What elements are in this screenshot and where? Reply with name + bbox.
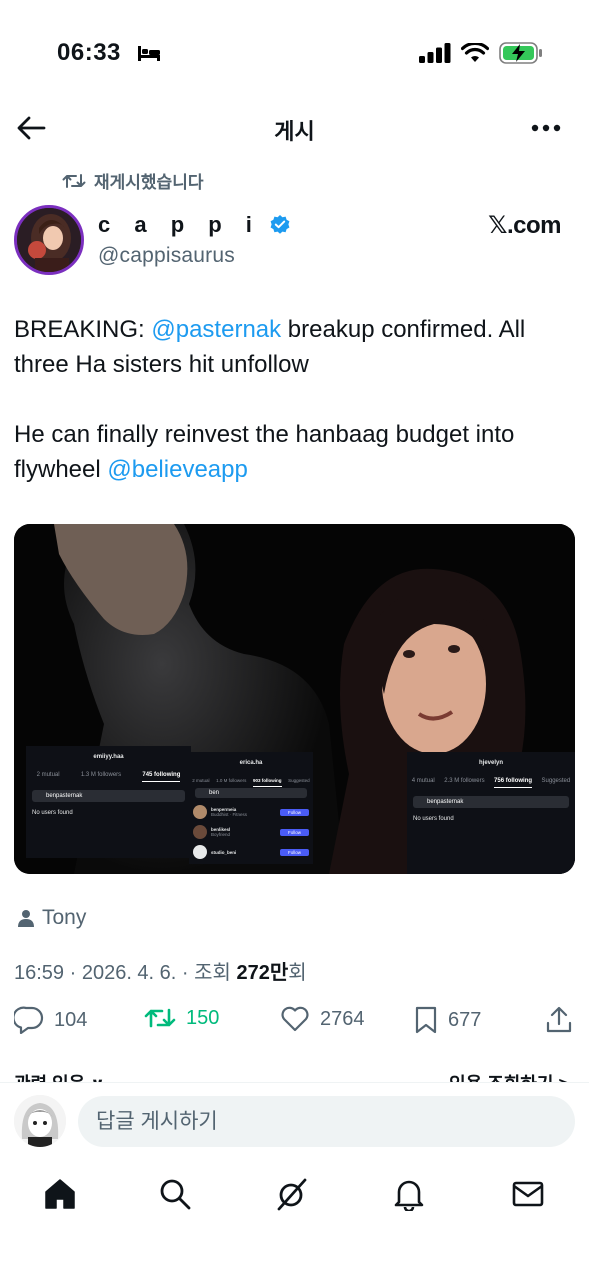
view-suffix: 회 [288,962,307,984]
result-avatar [193,805,207,819]
text-segment: BREAKING: [14,316,152,343]
grok-icon[interactable] [275,1177,309,1211]
panel-tab: 1.3 M followers [80,772,122,778]
panel-search: ben [195,788,307,798]
author-block[interactable]: c a p p i @cappisaurus [98,212,291,268]
panel-username: emiiyy.haa [93,754,124,760]
panel-tab: 2 mutual [36,772,60,778]
action-bar: 104 150 2764 677 [14,1006,575,1038]
battery-charging-icon [499,42,542,64]
panel-tab-active: 745 following [142,772,181,782]
mention-link[interactable]: @believeapp [107,456,247,483]
status-time: 06:33 [57,39,121,66]
result-follow-button: Follow [279,808,309,816]
heart-icon [281,1006,309,1032]
panel-tab: 2.3 M followers [444,778,485,784]
reply-button[interactable]: 104 [14,1006,87,1034]
panel-username: erica.ha [239,760,263,766]
result-avatar [193,845,207,859]
panel-search: benpasternak [413,796,569,808]
panel-tab: Suggested [541,778,571,784]
like-count: 2764 [320,1007,365,1030]
tweet-paragraph-1: BREAKING: @pasternak breakup confirmed. … [14,312,574,382]
person-icon [18,910,34,927]
source-label: 𝕏.com [488,212,561,239]
mail-icon[interactable] [511,1177,545,1211]
avatar-image [17,208,81,272]
repost-count: 150 [186,1006,220,1029]
panel-result-row: benlikesl Boyfriend Follow [193,822,309,842]
panel-tab-active: 903 following [253,778,282,787]
media-tagged-user[interactable]: Tony [18,906,86,930]
result-name: benpermeia Buddhist · Fitness [211,807,280,817]
result-follow-button: Follow [279,848,309,856]
result-follow-button: Follow [279,828,309,836]
screenshot-panel-2: erica.ha 2 mutual 1.0 M followers 903 fo… [189,752,313,864]
bookmark-icon [415,1006,437,1034]
repost-indicator[interactable]: 재게시했습니다 [62,168,203,193]
wifi-icon [461,43,489,62]
signal-icon [419,43,451,63]
status-bar: 06:33 [0,0,589,110]
panel-result-row: studio_beni Follow [193,842,309,862]
panel-result-row: benpermeia Buddhist · Fitness Follow [193,802,309,822]
bottom-tab-bar [0,1165,589,1225]
reply-count: 104 [54,1008,88,1031]
result-name: studio_beni [211,850,280,855]
panel-username: hjevelyn [478,760,503,766]
author-name[interactable]: c a p p i [98,212,261,238]
user-avatar[interactable] [14,1095,66,1147]
bell-icon[interactable] [392,1177,426,1211]
text-segment: He can finally reinvest the hanbaag budg… [14,421,515,483]
post-timestamp: 16:59 · 2026. 4. 6. · 조회 [14,962,237,984]
screenshot-panel-3: hjevelyn 4 mutual 2.3 M followers 756 fo… [407,752,575,874]
post-header: 게시 [0,106,589,150]
tweet-paragraph-2: He can finally reinvest the hanbaag budg… [14,417,574,487]
reply-input[interactable]: 답글 게시하기 [78,1096,575,1147]
panel-no-results: No users found [32,810,73,816]
panel-results: benpermeia Buddhist · Fitness Follow benl… [193,802,309,862]
panel-tab-active: 756 following [494,778,533,788]
bookmark-count: 677 [448,1008,482,1031]
share-icon [546,1006,572,1033]
result-name: benlikesl Boyfriend [211,827,280,837]
page-title: 게시 [274,119,315,144]
tagged-user-label: Tony [42,906,87,929]
like-button[interactable]: 2764 [280,1006,365,1032]
panel-tab: 2 mutual [192,778,210,783]
panel-no-results: No users found [413,816,454,822]
screenshot-panel-1: emiiyy.haa 2 mutual 1.3 M followers 745 … [26,746,191,858]
avatar-image [14,1095,66,1147]
result-username: studio_beni [211,849,237,855]
result-subtitle: Buddhist · Fitness [211,812,248,817]
repost-icon [144,1008,176,1028]
tweet-text: BREAKING: @pasternak breakup confirmed. … [14,312,574,522]
home-icon[interactable] [43,1177,77,1211]
view-count[interactable]: 272만 [236,962,288,984]
verified-badge-icon [270,215,290,234]
repost-label: 재게시했습니다 [94,173,204,192]
panel-tab: 1.0 M followers [216,778,247,783]
repost-button[interactable]: 150 [144,1006,219,1030]
sleep-focus-icon [138,46,160,61]
repost-icon [62,173,86,188]
more-horizontal-icon[interactable] [531,120,561,136]
panel-tab: 4 mutual [411,778,435,784]
share-button[interactable] [546,1006,572,1034]
result-subtitle: Boyfriend [211,832,231,837]
post-metadata: 16:59 · 2026. 4. 6. · 조회 272만회 [14,956,307,985]
result-avatar [193,825,207,839]
home-indicator-area [0,1225,589,1280]
author-avatar[interactable] [14,205,84,275]
tweet-media[interactable]: emiiyy.haa 2 mutual 1.3 M followers 745 … [14,524,575,874]
panel-search: benpasternak [32,790,185,802]
reply-icon [14,1006,44,1034]
search-icon[interactable] [158,1177,192,1211]
panel-tab: Suggested [288,778,310,783]
reply-composer: 답글 게시하기 [0,1082,589,1162]
mention-link[interactable]: @pasternak [151,316,281,343]
author-handle[interactable]: @cappisaurus [98,244,291,268]
bookmark-button[interactable]: 677 [414,1006,481,1034]
